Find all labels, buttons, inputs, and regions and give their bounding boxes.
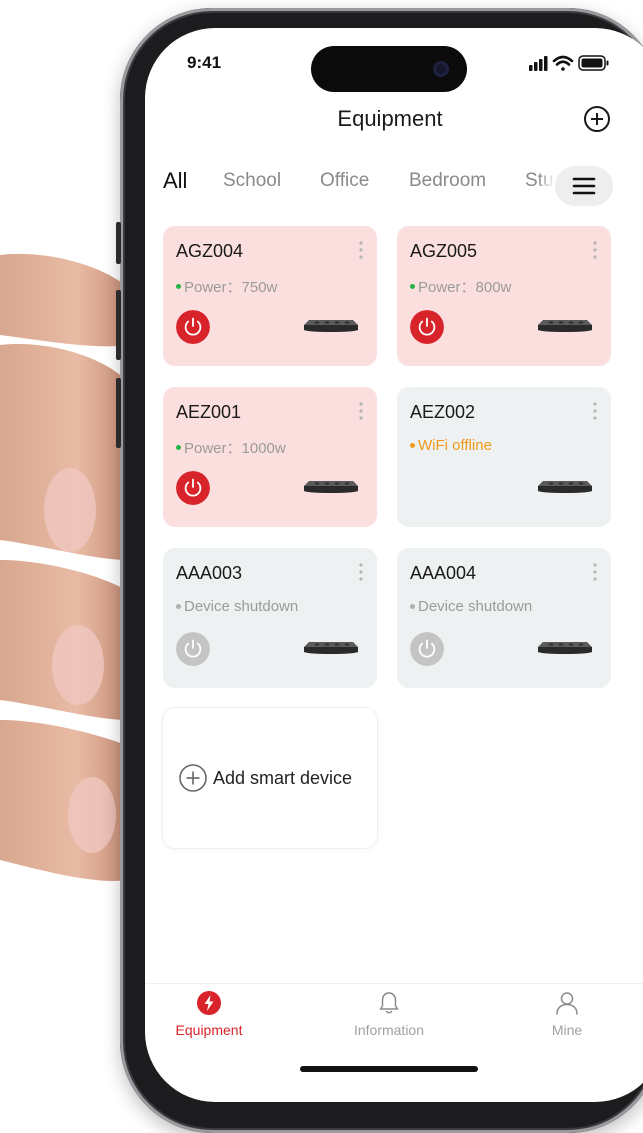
device-card[interactable]: AAA004 Device shutdown — [397, 548, 611, 688]
device-status-text: Device shutdown — [184, 598, 299, 615]
more-options-icon[interactable] — [359, 401, 363, 421]
tabs-menu-button[interactable] — [555, 166, 613, 206]
device-card[interactable]: AEZ002 WiFi offline — [397, 387, 611, 527]
device-card[interactable]: AGZ004 Power：750w — [163, 226, 377, 366]
menu-icon — [572, 177, 596, 195]
phone-side-button — [116, 222, 121, 264]
add-circle-icon — [179, 764, 207, 792]
device-name: AEZ001 — [176, 402, 242, 422]
device-card[interactable]: AEZ001 Power：1000w — [163, 387, 377, 527]
status-icons — [529, 55, 609, 71]
home-indicator — [300, 1066, 478, 1072]
device-status-text: Power：1000w — [184, 440, 286, 457]
add-smart-device-label: Add smart device — [213, 768, 353, 788]
status-dot — [176, 445, 181, 450]
device-status-text: WiFi offline — [418, 437, 492, 454]
tab-school[interactable]: School — [223, 170, 281, 192]
more-options-icon[interactable] — [359, 562, 363, 582]
device-status: Device shutdown — [410, 598, 532, 615]
device-status: Power：750w — [176, 276, 277, 297]
page-title: Equipment — [337, 106, 443, 131]
status-time: 9:41 — [187, 53, 222, 72]
device-status: WiFi offline — [410, 437, 492, 454]
more-options-icon[interactable] — [593, 401, 597, 421]
room-tabs: All School Office Bedroom Stu — [145, 166, 635, 210]
status-dot — [410, 443, 415, 448]
more-options-icon[interactable] — [359, 240, 363, 260]
device-image — [304, 320, 358, 332]
device-name: AAA003 — [176, 563, 243, 583]
user-icon — [556, 992, 578, 1015]
phone-side-button — [116, 290, 121, 360]
nav-mine[interactable]: Mine — [507, 990, 627, 1038]
tab-study[interactable]: Stu — [525, 170, 554, 192]
device-image — [538, 642, 592, 654]
nav-mine-label: Mine — [551, 1022, 583, 1038]
dynamic-island — [311, 46, 467, 92]
more-options-icon[interactable] — [593, 240, 597, 260]
device-status-text: Power：800w — [418, 279, 512, 296]
device-name: AGZ004 — [176, 241, 244, 261]
battery-icon — [578, 55, 609, 71]
device-status-text: Power：750w — [184, 279, 278, 296]
nav-information[interactable]: Information — [329, 990, 449, 1038]
device-status-text: Device shutdown — [418, 598, 533, 615]
tab-office[interactable]: Office — [320, 170, 369, 192]
device-image — [304, 481, 358, 493]
camera-icon — [433, 61, 449, 77]
add-device-icon[interactable] — [582, 104, 612, 134]
tab-all[interactable]: All — [163, 168, 187, 194]
device-status: Device shutdown — [176, 598, 298, 615]
bell-icon — [379, 992, 399, 1014]
status-dot — [410, 284, 415, 289]
device-card[interactable]: AGZ005 Power：800w — [397, 226, 611, 366]
device-status: Power：1000w — [176, 437, 286, 458]
status-dot — [410, 604, 415, 609]
nav-equipment-label: Equipment — [175, 1022, 243, 1038]
power-button[interactable] — [176, 471, 210, 505]
status-dot — [176, 604, 181, 609]
device-image — [538, 320, 592, 332]
add-smart-device-card[interactable]: Add smart device — [163, 708, 377, 848]
tab-bedroom[interactable]: Bedroom — [409, 170, 486, 192]
bottom-navigation: Equipment Information Mine — [145, 983, 643, 1053]
wifi-icon — [552, 55, 574, 71]
device-status: Power：800w — [410, 276, 511, 297]
device-name: AEZ002 — [410, 402, 476, 422]
cellular-signal-icon — [529, 56, 548, 71]
status-dot — [176, 284, 181, 289]
app-screen: 9:41 Equipment All School Office Bedroom… — [145, 28, 643, 1102]
device-image — [538, 481, 592, 493]
power-button[interactable] — [410, 310, 444, 344]
device-name: AGZ005 — [410, 241, 478, 261]
device-image — [304, 642, 358, 654]
power-button[interactable] — [176, 310, 210, 344]
lightning-icon — [197, 991, 221, 1015]
power-button[interactable] — [176, 632, 210, 666]
tabs-scroll[interactable]: All School Office Bedroom Stu — [145, 166, 565, 210]
power-button[interactable] — [410, 632, 444, 666]
nav-information-label: Information — [353, 1022, 425, 1038]
device-card[interactable]: AAA003 Device shutdown — [163, 548, 377, 688]
device-name: AAA004 — [410, 563, 477, 583]
phone-side-button — [116, 378, 121, 448]
more-options-icon[interactable] — [593, 562, 597, 582]
nav-equipment[interactable]: Equipment — [149, 990, 269, 1038]
